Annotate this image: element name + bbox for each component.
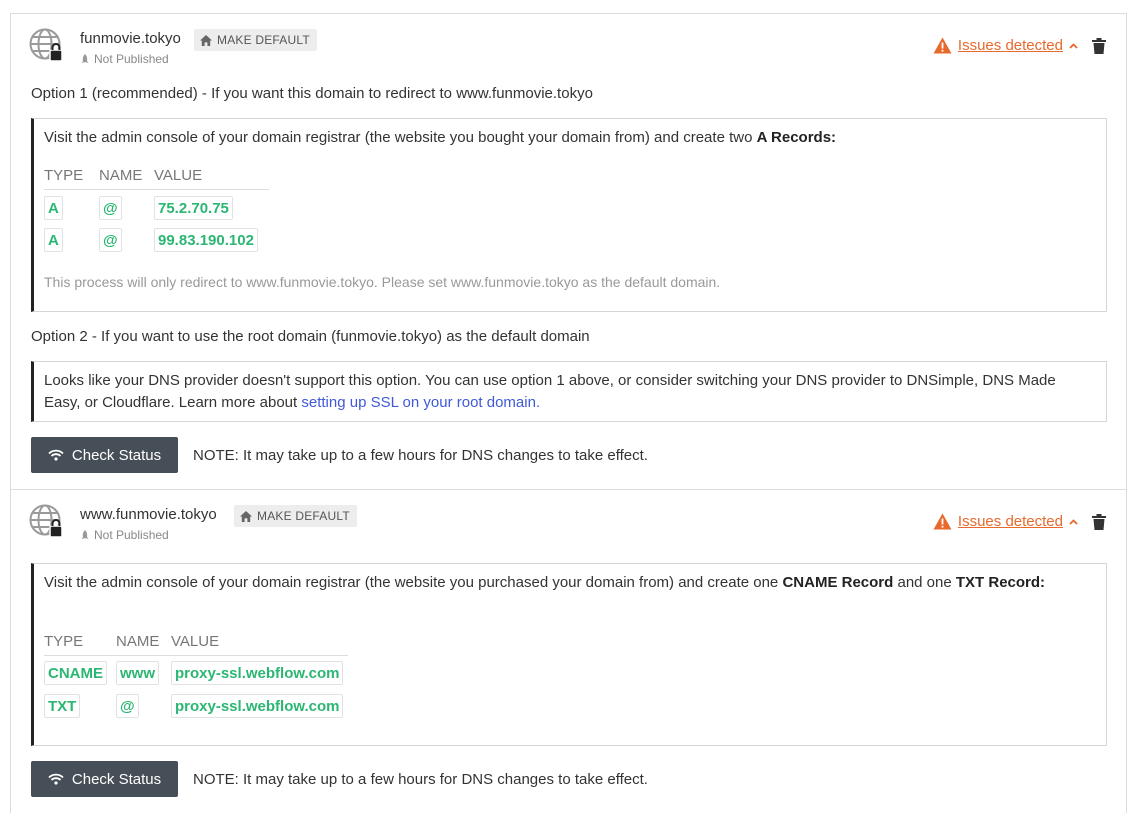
option1-intro-text: Visit the admin console of your domain r… — [44, 129, 757, 146]
record-name[interactable]: @ — [116, 694, 139, 718]
option1-title: Option 1 (recommended) - If you want thi… — [31, 85, 593, 102]
header-name: NAME — [99, 167, 143, 184]
domain-section-root: funmovie.tokyo MAKE DEFAULT Not Publishe… — [11, 14, 1126, 489]
check-status-label: Check Status — [71, 770, 162, 788]
option1-instructions-box: Visit the admin console of your domain r… — [31, 118, 1107, 312]
publish-status-label: Not Published — [94, 528, 169, 542]
option2-title: Option 2 - If you want to use the root d… — [31, 328, 590, 345]
header-value: VALUE — [171, 633, 220, 650]
record-value[interactable]: proxy-ssl.webflow.com — [171, 661, 344, 685]
trash-icon[interactable] — [1092, 38, 1106, 54]
warning-icon — [933, 37, 952, 54]
make-default-button[interactable]: MAKE DEFAULT — [194, 29, 317, 51]
check-status-button[interactable]: Check Status — [31, 437, 178, 473]
option1-intro: Visit the admin console of your domain r… — [44, 127, 836, 149]
domain-section-www: www.funmovie.tokyo MAKE DEFAULT Not Publ… — [11, 489, 1126, 819]
issues-detected-label: Issues detected — [957, 37, 1063, 54]
www-intro: Visit the admin console of your domain r… — [44, 572, 1094, 594]
check-status-button[interactable]: Check Status — [31, 761, 178, 797]
www-instructions-box: Visit the admin console of your domain r… — [31, 563, 1107, 746]
rocket-icon — [81, 54, 89, 63]
issues-detected-label: Issues detected — [957, 513, 1063, 530]
make-default-label: MAKE DEFAULT — [217, 33, 310, 47]
issues-detected-toggle[interactable]: Issues detected — [933, 37, 1078, 54]
record-type[interactable]: A — [44, 196, 63, 220]
home-icon — [200, 34, 212, 46]
record-name[interactable]: @ — [99, 228, 122, 252]
option1-note: This process will only redirect to www.f… — [44, 274, 721, 290]
globe-lock-icon — [29, 28, 63, 62]
check-status-label: Check Status — [71, 446, 162, 464]
make-default-button[interactable]: MAKE DEFAULT — [234, 505, 357, 527]
publish-status: Not Published — [80, 528, 169, 542]
record-name[interactable]: www — [116, 661, 160, 685]
www-intro-text: Visit the admin console of your domain r… — [44, 574, 783, 591]
chevron-up-icon — [1069, 42, 1078, 49]
issues-detected-toggle[interactable]: Issues detected — [933, 513, 1078, 530]
domains-panel: funmovie.tokyo MAKE DEFAULT Not Publishe… — [10, 13, 1127, 813]
www-intro-joiner: and one — [893, 574, 956, 591]
make-default-label: MAKE DEFAULT — [257, 509, 350, 523]
record-type[interactable]: CNAME — [44, 661, 107, 685]
www-intro-bold-txt: TXT Record: — [955, 574, 1046, 591]
publish-status: Not Published — [80, 52, 169, 66]
chevron-up-icon — [1069, 518, 1078, 525]
rocket-icon — [81, 530, 89, 539]
ssl-root-domain-link[interactable]: setting up SSL on your root domain. — [301, 394, 540, 411]
dns-propagation-note: NOTE: It may take up to a few hours for … — [193, 771, 648, 788]
record-type[interactable]: TXT — [44, 694, 81, 718]
table-divider — [44, 189, 269, 190]
option2-text: Looks like your DNS provider doesn't sup… — [44, 370, 1094, 414]
wifi-icon — [48, 773, 64, 785]
record-value[interactable]: 99.83.190.102 — [154, 228, 258, 252]
record-type[interactable]: A — [44, 228, 63, 252]
publish-status-label: Not Published — [94, 52, 169, 66]
warning-icon — [933, 513, 952, 530]
header-type: TYPE — [44, 633, 84, 650]
option2-instructions-box: Looks like your DNS provider doesn't sup… — [31, 361, 1107, 422]
domain-name: funmovie.tokyo — [80, 30, 181, 47]
record-value[interactable]: 75.2.70.75 — [154, 196, 233, 220]
header-name: NAME — [116, 633, 160, 650]
header-value: VALUE — [154, 167, 203, 184]
record-value[interactable]: proxy-ssl.webflow.com — [171, 694, 344, 718]
record-name[interactable]: @ — [99, 196, 122, 220]
table-divider — [44, 655, 348, 656]
wifi-icon — [48, 449, 64, 461]
home-icon — [240, 510, 252, 522]
dns-propagation-note: NOTE: It may take up to a few hours for … — [193, 447, 648, 464]
globe-lock-icon — [29, 504, 63, 538]
trash-icon[interactable] — [1092, 514, 1106, 530]
www-intro-bold-cname: CNAME Record — [782, 574, 894, 591]
option1-intro-bold: A Records: — [756, 129, 837, 146]
option2-body: Looks like your DNS provider doesn't sup… — [44, 372, 1056, 411]
domain-name: www.funmovie.tokyo — [80, 506, 217, 523]
header-type: TYPE — [44, 167, 84, 184]
